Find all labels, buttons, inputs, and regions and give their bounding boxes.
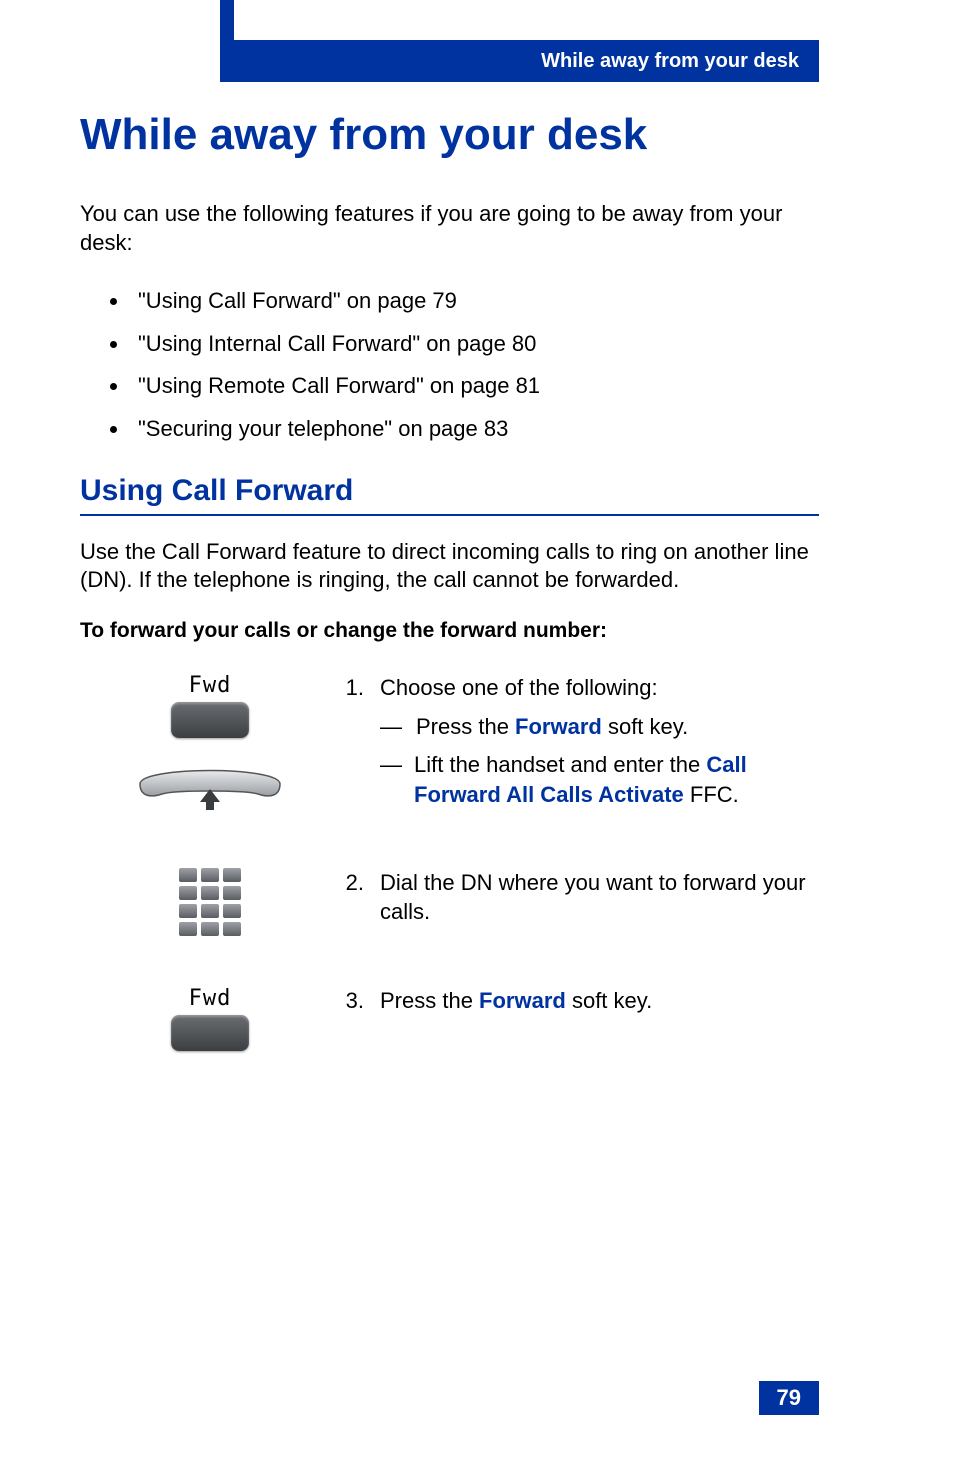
step-text: 1. Choose one of the following: — Press … bbox=[340, 673, 819, 818]
step-number: 2. bbox=[340, 868, 364, 898]
step-body: Press the Forward soft key. bbox=[380, 986, 819, 1016]
sub-item: — Lift the handset and enter the Call Fo… bbox=[380, 750, 819, 809]
section-heading: Using Call Forward bbox=[80, 474, 819, 516]
list-item: "Using Remote Call Forward" on page 81 bbox=[130, 372, 819, 401]
softkey-button-icon bbox=[171, 1015, 249, 1051]
fwd-label: Fwd bbox=[189, 986, 232, 1011]
step-icons bbox=[80, 868, 340, 936]
handset-lift-icon bbox=[130, 756, 290, 816]
list-item: "Securing your telephone" on page 83 bbox=[130, 415, 819, 444]
step-body: Dial the DN where you want to forward yo… bbox=[380, 868, 819, 927]
list-item: "Using Internal Call Forward" on page 80 bbox=[130, 330, 819, 359]
step-row: Fwd 3. Press the Forward soft key. bbox=[80, 986, 819, 1051]
softkey-button-icon bbox=[171, 702, 249, 738]
keypad-icon bbox=[179, 868, 241, 936]
running-header: While away from your desk bbox=[234, 40, 819, 82]
feature-list: "Using Call Forward" on page 79 "Using I… bbox=[80, 287, 819, 443]
step-row: 2. Dial the DN where you want to forward… bbox=[80, 868, 819, 936]
step-number: 3. bbox=[340, 986, 364, 1016]
fwd-softkey-icon: Fwd bbox=[171, 673, 249, 738]
running-header-text: While away from your desk bbox=[541, 50, 799, 73]
dash-bullet: — bbox=[380, 750, 400, 780]
step-main-text: Choose one of the following: bbox=[380, 675, 658, 700]
forward-key-label: Forward bbox=[479, 988, 566, 1013]
sub-item-text: Press the Forward soft key. bbox=[416, 712, 688, 742]
dash-bullet: — bbox=[380, 712, 402, 742]
step-text: 3. Press the Forward soft key. bbox=[340, 986, 819, 1016]
page-number: 79 bbox=[759, 1381, 819, 1415]
sub-item: — Press the Forward soft key. bbox=[380, 712, 819, 742]
step-row: Fwd 1. Choose one of bbox=[80, 673, 819, 818]
procedure-heading: To forward your calls or change the forw… bbox=[80, 619, 819, 643]
section-description: Use the Call Forward feature to direct i… bbox=[80, 538, 819, 595]
fwd-label: Fwd bbox=[189, 673, 232, 698]
sub-list: — Press the Forward soft key. — Lift the… bbox=[380, 712, 819, 809]
intro-paragraph: You can use the following features if yo… bbox=[80, 200, 819, 257]
step-body: Choose one of the following: — Press the… bbox=[380, 673, 819, 818]
fwd-softkey-icon: Fwd bbox=[171, 986, 249, 1051]
page-number-value: 79 bbox=[777, 1385, 801, 1410]
step-number: 1. bbox=[340, 673, 364, 703]
step-icons: Fwd bbox=[80, 673, 340, 816]
document-page: While away from your desk While away fro… bbox=[0, 0, 954, 1475]
step-icons: Fwd bbox=[80, 986, 340, 1051]
forward-key-label: Forward bbox=[515, 714, 602, 739]
page-title: While away from your desk bbox=[80, 110, 819, 160]
content-area: While away from your desk You can use th… bbox=[80, 100, 819, 1101]
header-accent-bar bbox=[220, 0, 234, 82]
list-item: "Using Call Forward" on page 79 bbox=[130, 287, 819, 316]
step-text: 2. Dial the DN where you want to forward… bbox=[340, 868, 819, 927]
sub-item-text: Lift the handset and enter the Call Forw… bbox=[414, 750, 819, 809]
